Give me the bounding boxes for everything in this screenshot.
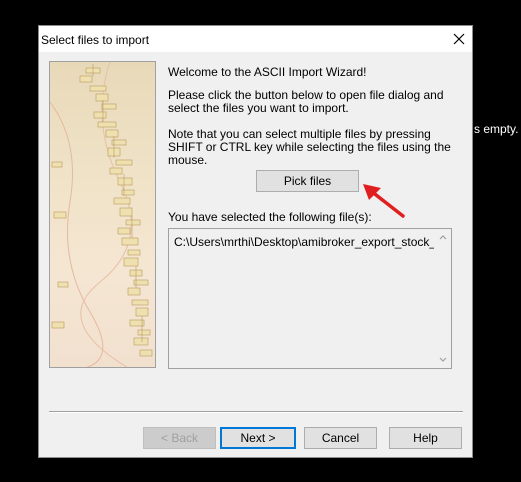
title-bar: Select files to import [39, 26, 472, 52]
import-wizard-dialog: Select files to import Welcome to the AS… [38, 25, 473, 458]
cancel-button[interactable]: Cancel [304, 427, 377, 449]
next-button[interactable]: Next > [220, 427, 296, 449]
selected-files-list[interactable]: C:\Users\mrthi\Desktop\amibroker_export_… [168, 228, 452, 369]
instructions-text: Please click the button below to open fi… [168, 88, 444, 115]
selected-files-label: You have selected the following file(s): [168, 210, 372, 224]
list-item[interactable]: C:\Users\mrthi\Desktop\amibroker_export_… [174, 235, 434, 249]
help-button[interactable]: Help [389, 427, 462, 449]
multi-select-note: Note that you can select multiple files … [168, 127, 451, 167]
dialog-title: Select files to import [41, 33, 150, 47]
pick-files-button[interactable]: Pick files [256, 170, 359, 192]
button-bar-divider [49, 411, 463, 413]
back-button[interactable]: < Back [143, 427, 216, 449]
welcome-text: Welcome to the ASCII Import Wizard! [168, 65, 367, 79]
scroll-up-icon[interactable] [435, 229, 451, 245]
wizard-side-image [49, 61, 156, 368]
scroll-down-icon[interactable] [435, 352, 451, 368]
background-window-text: s empty. [474, 122, 519, 136]
close-icon[interactable] [447, 29, 471, 49]
vertical-scrollbar[interactable] [435, 229, 451, 368]
